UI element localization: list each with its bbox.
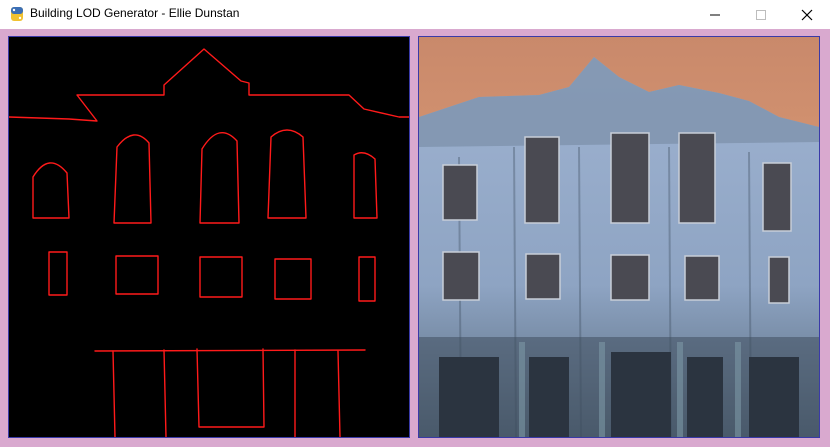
close-button[interactable] (784, 0, 830, 29)
close-icon (801, 9, 813, 21)
window-title: Building LOD Generator - Ellie Dunstan (30, 6, 240, 20)
sketch-strokes (9, 48, 409, 437)
title-bar: Building LOD Generator - Ellie Dunstan (0, 0, 830, 29)
generated-building-image (418, 36, 820, 438)
sketch-canvas[interactable] (8, 36, 410, 438)
generated-building-render (419, 37, 819, 437)
maximize-icon (755, 9, 767, 21)
minimize-icon (709, 9, 721, 21)
maximize-button[interactable] (738, 0, 784, 29)
minimize-button[interactable] (692, 0, 738, 29)
python-icon (8, 5, 26, 23)
